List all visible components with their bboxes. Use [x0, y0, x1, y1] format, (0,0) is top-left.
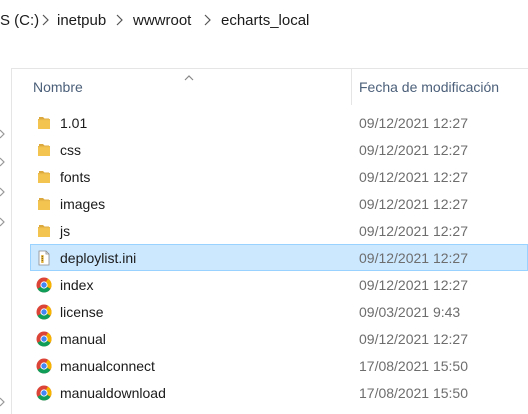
file-row[interactable]: 1.01 09/12/2021 12:27 [30, 109, 528, 136]
file-modified-date: 09/12/2021 12:27 [359, 250, 468, 266]
file-row[interactable]: images 09/12/2021 12:27 [30, 190, 528, 217]
file-row[interactable]: manualconnect 17/08/2021 15:50 [30, 352, 528, 379]
file-name: manual [60, 331, 106, 347]
file-name: images [60, 196, 106, 212]
file-modified-date: 17/08/2021 15:50 [359, 385, 468, 401]
sort-ascending-icon [184, 68, 194, 81]
folder-icon [36, 115, 52, 131]
file-name: deploylist.ini [60, 250, 137, 266]
file-modified-date: 09/12/2021 12:27 [359, 169, 468, 185]
expand-arrow-icon[interactable] [0, 394, 6, 407]
folder-icon [36, 196, 52, 212]
file-row[interactable]: license 09/03/2021 9:43 [30, 298, 528, 325]
file-modified-date: 09/03/2021 9:43 [359, 304, 461, 320]
column-header-date[interactable]: Fecha de modificación [359, 79, 499, 95]
file-name: manualconnect [60, 358, 155, 374]
file-row[interactable]: fonts 09/12/2021 12:27 [30, 163, 528, 190]
file-modified-date: 09/12/2021 12:27 [359, 196, 468, 212]
file-name: 1.01 [60, 115, 88, 131]
folder-icon [36, 169, 52, 185]
navigation-pane[interactable] [0, 68, 12, 414]
file-row[interactable]: manual 09/12/2021 12:27 [30, 325, 528, 352]
file-name: js [60, 223, 71, 239]
column-header-name[interactable]: Nombre [33, 79, 83, 95]
file-modified-date: 09/12/2021 12:27 [359, 223, 468, 239]
chevron-right-icon[interactable] [202, 14, 212, 26]
chrome-html-icon [36, 331, 52, 347]
file-name: license [60, 304, 104, 320]
breadcrumb-inetpub[interactable]: inetpub [57, 12, 106, 29]
file-row[interactable]: index 09/12/2021 12:27 [30, 271, 528, 298]
file-modified-date: 09/12/2021 12:27 [359, 142, 468, 158]
file-name: index [60, 277, 94, 293]
file-row[interactable]: deploylist.ini 09/12/2021 12:27 [30, 244, 528, 271]
chrome-html-icon [36, 358, 52, 374]
chrome-html-icon [36, 277, 52, 293]
file-name: fonts [60, 169, 91, 185]
expand-arrow-icon[interactable] [0, 154, 6, 167]
chrome-html-icon [36, 385, 52, 401]
file-name: css [60, 142, 81, 158]
ini-file-icon [36, 250, 52, 266]
address-bar[interactable]: S (C:) inetpub wwwroot echarts_local [0, 0, 528, 43]
chrome-html-icon [36, 304, 52, 320]
breadcrumb-echarts-local[interactable]: echarts_local [221, 12, 309, 29]
expand-arrow-icon[interactable] [0, 184, 6, 197]
folder-icon [36, 223, 52, 239]
toolbar-spacer [0, 42, 528, 69]
file-modified-date: 17/08/2021 15:50 [359, 358, 468, 374]
expand-arrow-icon[interactable] [0, 214, 6, 227]
file-modified-date: 09/12/2021 12:27 [359, 331, 468, 347]
column-divider[interactable] [351, 69, 352, 105]
chevron-right-icon[interactable] [114, 14, 124, 26]
file-row[interactable]: js 09/12/2021 12:27 [30, 217, 528, 244]
file-modified-date: 09/12/2021 12:27 [359, 277, 468, 293]
file-modified-date: 09/12/2021 12:27 [359, 115, 468, 131]
folder-icon [36, 142, 52, 158]
breadcrumb-wwwroot[interactable]: wwwroot [133, 12, 191, 29]
breadcrumb-drive[interactable]: S (C:) [0, 12, 39, 29]
file-row[interactable]: manualdownload 17/08/2021 15:50 [30, 379, 528, 406]
file-row[interactable]: css 09/12/2021 12:27 [30, 136, 528, 163]
expand-arrow-icon[interactable] [0, 126, 6, 139]
file-name: manualdownload [60, 385, 166, 401]
column-header: Nombre Fecha de modificación [12, 69, 528, 105]
chevron-right-icon[interactable] [40, 14, 50, 26]
